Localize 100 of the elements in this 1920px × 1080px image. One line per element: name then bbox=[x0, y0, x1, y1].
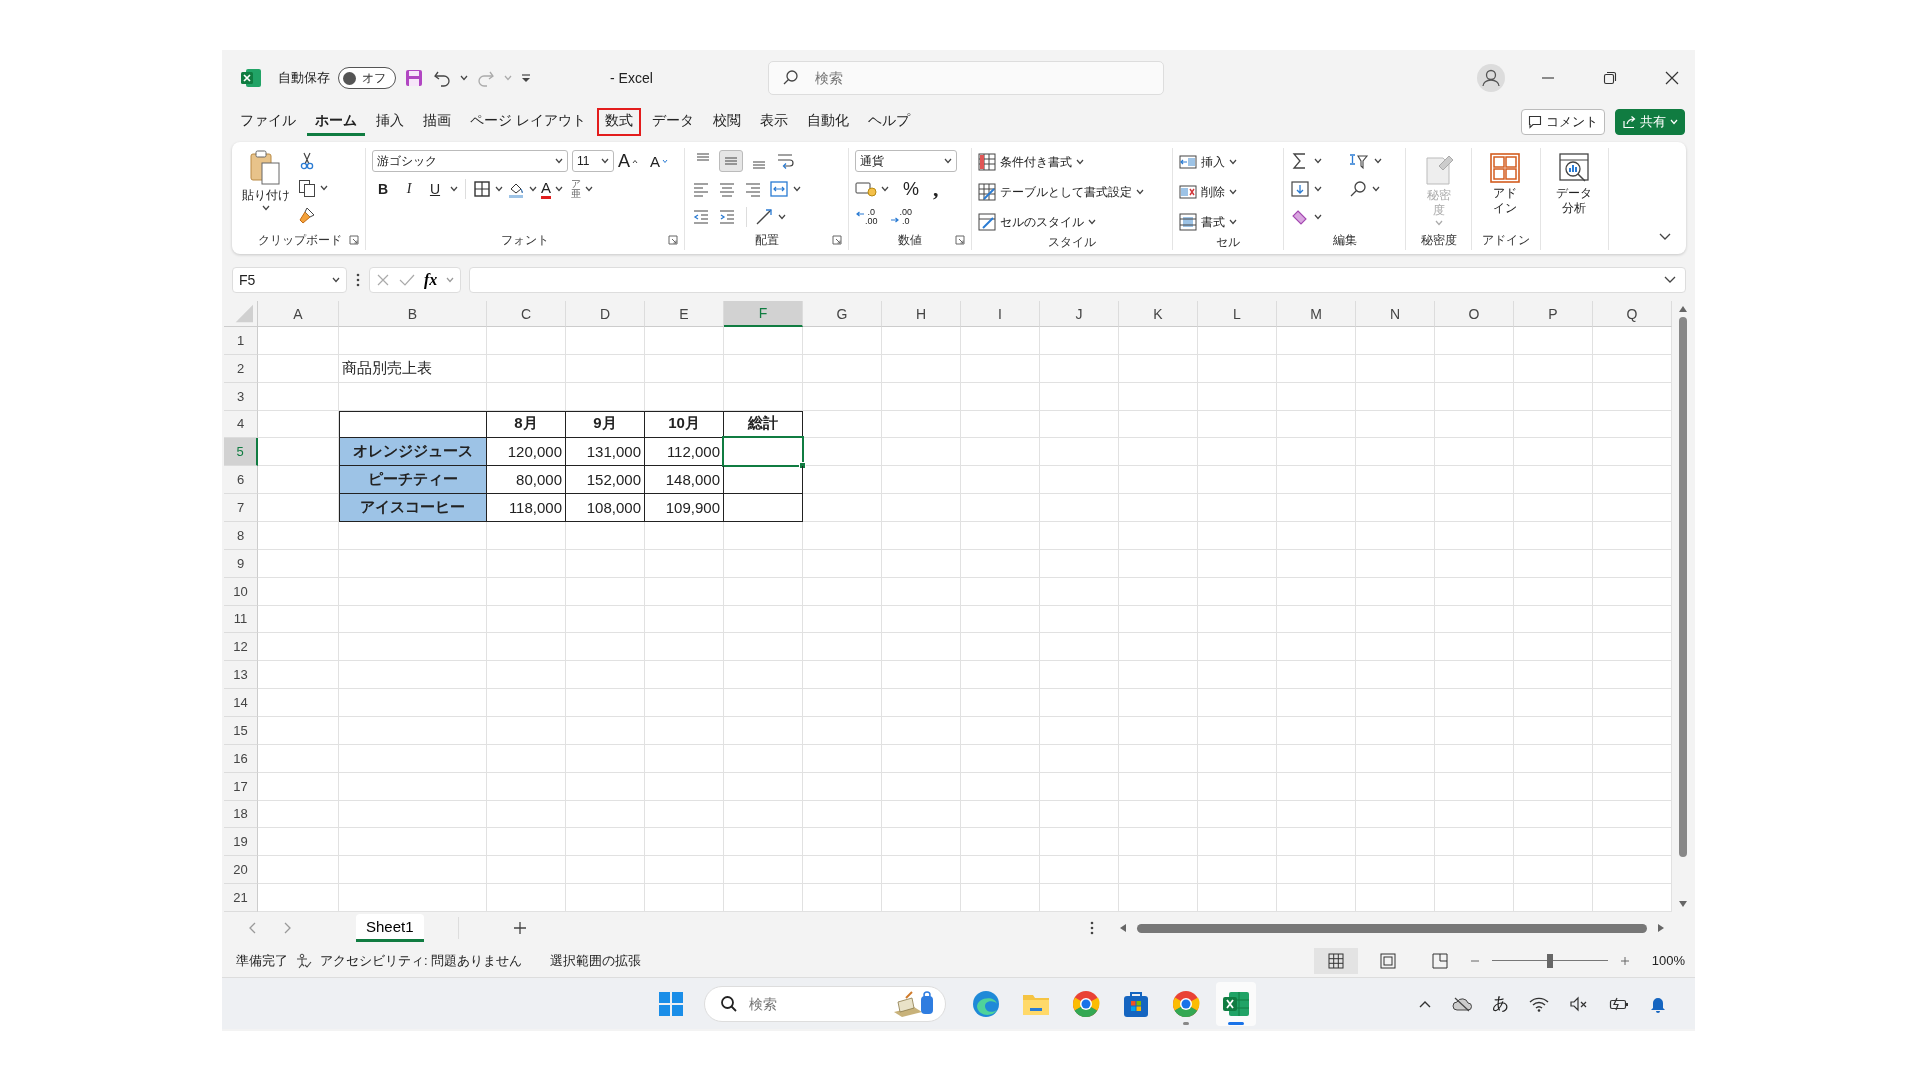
search-icon[interactable] bbox=[782, 69, 800, 87]
more-options-icon[interactable] bbox=[355, 273, 361, 287]
column-header[interactable]: P bbox=[1514, 301, 1593, 327]
copy-icon[interactable] bbox=[298, 179, 316, 197]
autosave-toggle[interactable]: オフ bbox=[338, 67, 396, 89]
shrink-font-button[interactable]: A bbox=[650, 152, 669, 170]
menu-tab[interactable]: 描画 bbox=[415, 108, 459, 136]
scroll-right-icon[interactable] bbox=[1657, 923, 1665, 933]
caret-icon[interactable] bbox=[495, 186, 503, 192]
comment-button[interactable]: コメント bbox=[1521, 109, 1605, 135]
battery-charging-icon[interactable] bbox=[1609, 995, 1629, 1012]
cut-icon[interactable] bbox=[298, 152, 316, 170]
search-field[interactable]: 検索 bbox=[768, 61, 1164, 95]
dialog-launcher-icon[interactable] bbox=[349, 235, 359, 245]
column-header[interactable]: N bbox=[1356, 301, 1435, 327]
caret-icon[interactable] bbox=[332, 277, 340, 283]
caret-icon[interactable] bbox=[793, 186, 801, 192]
row-header[interactable]: 3 bbox=[224, 382, 258, 411]
scroll-down-icon[interactable] bbox=[1678, 900, 1688, 908]
collapse-ribbon-icon[interactable] bbox=[1658, 232, 1672, 242]
decrease-decimal-button[interactable]: .00 .0 bbox=[889, 208, 921, 226]
menu-tab[interactable]: 校閲 bbox=[704, 108, 749, 136]
column-header[interactable]: B bbox=[339, 301, 487, 327]
caret-icon[interactable] bbox=[1136, 189, 1144, 195]
previous-sheet-icon[interactable] bbox=[248, 921, 258, 935]
view-button[interactable] bbox=[1313, 947, 1358, 974]
row-header[interactable]: 12 bbox=[224, 633, 258, 662]
addins-button[interactable]: アドイン bbox=[1478, 148, 1532, 218]
row-header[interactable]: 13 bbox=[224, 661, 258, 690]
text-orientation-icon[interactable] bbox=[754, 207, 774, 227]
style-menu-button[interactable]: テーブルとして書式設定 bbox=[978, 180, 1144, 204]
column-header[interactable]: G bbox=[803, 301, 882, 327]
row-header[interactable]: 14 bbox=[224, 689, 258, 717]
caret-icon[interactable] bbox=[555, 158, 563, 164]
phonetic-button[interactable]: ア 亜 bbox=[571, 179, 581, 199]
menu-tab[interactable]: 数式 bbox=[596, 108, 641, 136]
caret-icon[interactable] bbox=[1314, 186, 1322, 192]
menu-tab[interactable]: ホーム bbox=[307, 108, 365, 136]
caret-icon[interactable] bbox=[881, 186, 889, 192]
row-header[interactable]: 9 bbox=[224, 549, 258, 578]
scroll-up-icon[interactable] bbox=[1678, 305, 1688, 313]
caret-icon[interactable] bbox=[555, 186, 563, 192]
row-header[interactable]: 10 bbox=[224, 577, 258, 606]
name-box[interactable]: F5 bbox=[232, 267, 347, 293]
input-method-indicator[interactable]: あ bbox=[1492, 992, 1509, 1015]
cells-menu-button[interactable]: 削除 bbox=[1179, 180, 1237, 204]
caret-icon[interactable] bbox=[1314, 158, 1322, 164]
caret-icon[interactable] bbox=[262, 205, 270, 211]
menu-tab[interactable]: ファイル bbox=[232, 108, 304, 136]
start-icon[interactable] bbox=[658, 990, 684, 1017]
row-header[interactable]: 19 bbox=[224, 828, 258, 857]
percent-button[interactable]: % bbox=[903, 178, 919, 200]
data-analysis-button[interactable]: データ分析 bbox=[1547, 148, 1601, 218]
column-header[interactable]: A bbox=[258, 301, 339, 327]
caret-icon[interactable] bbox=[944, 158, 952, 164]
dialog-launcher-icon[interactable] bbox=[668, 235, 678, 245]
caret-icon[interactable] bbox=[778, 214, 786, 220]
caret-icon[interactable] bbox=[1229, 159, 1237, 165]
caret-icon[interactable] bbox=[1076, 159, 1084, 165]
paste-button[interactable]: 貼り付け bbox=[240, 148, 292, 213]
row-header[interactable]: 6 bbox=[224, 466, 258, 495]
row-header[interactable]: 20 bbox=[224, 856, 258, 885]
font-color-button[interactable]: A bbox=[541, 179, 551, 199]
caret-icon[interactable] bbox=[1314, 214, 1322, 220]
caret-icon[interactable] bbox=[320, 185, 328, 191]
share-button[interactable]: 共有 bbox=[1615, 109, 1685, 135]
menu-tab[interactable]: ヘルプ bbox=[859, 108, 918, 136]
row-header[interactable]: 11 bbox=[224, 605, 258, 634]
search-icon[interactable] bbox=[1348, 179, 1368, 199]
speaker-muted-icon[interactable] bbox=[1569, 995, 1589, 1012]
column-header[interactable]: J bbox=[1040, 301, 1119, 327]
column-header[interactable]: O bbox=[1435, 301, 1514, 327]
formula-input[interactable] bbox=[469, 267, 1686, 293]
scroll-left-icon[interactable] bbox=[1119, 923, 1127, 933]
borders-icon[interactable] bbox=[473, 180, 491, 198]
wifi-icon[interactable] bbox=[1529, 995, 1549, 1012]
expand-icon[interactable] bbox=[1663, 275, 1677, 285]
row-header[interactable]: 17 bbox=[224, 772, 258, 801]
caret-icon[interactable] bbox=[601, 158, 609, 164]
column-header[interactable]: D bbox=[566, 301, 645, 327]
row-header[interactable]: 2 bbox=[224, 354, 258, 383]
wrap-text-icon[interactable] bbox=[775, 151, 795, 171]
caret-icon[interactable] bbox=[1229, 189, 1237, 195]
sort-filter-icon[interactable] bbox=[1348, 151, 1370, 171]
row-header[interactable]: 8 bbox=[224, 522, 258, 550]
cloud-offline-icon[interactable] bbox=[1452, 995, 1472, 1012]
number-format-dropdown[interactable]: 通貨 bbox=[855, 150, 957, 172]
scrollbar-thumb[interactable] bbox=[1137, 923, 1647, 933]
row-header[interactable]: 4 bbox=[224, 410, 258, 439]
row-header[interactable]: 16 bbox=[224, 744, 258, 773]
menu-tab[interactable]: ページ レイアウト bbox=[462, 108, 594, 136]
caret-icon[interactable] bbox=[1374, 158, 1382, 164]
caret-icon[interactable] bbox=[1372, 186, 1380, 192]
merge-cells-icon[interactable] bbox=[769, 179, 789, 199]
row-header[interactable]: 21 bbox=[224, 884, 258, 912]
dialog-launcher-icon[interactable] bbox=[955, 235, 965, 245]
menu-tab[interactable]: 挿入 bbox=[368, 108, 412, 136]
taskbar-search-field[interactable]: 検索 bbox=[704, 985, 946, 1022]
restore-icon[interactable] bbox=[1603, 71, 1617, 85]
fill-down-icon[interactable] bbox=[1290, 179, 1310, 199]
